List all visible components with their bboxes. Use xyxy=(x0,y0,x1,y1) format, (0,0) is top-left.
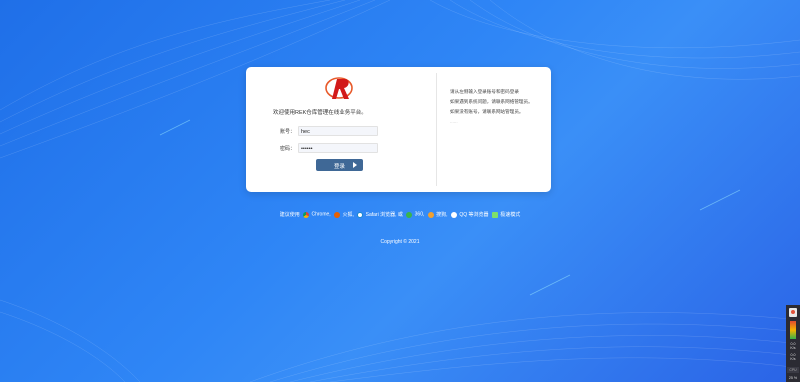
360-icon xyxy=(406,211,413,218)
help-line: 请从左侧输入登录账号和密码登录 xyxy=(450,89,519,94)
password-input[interactable]: •••••• xyxy=(298,143,378,153)
arrow-right-icon xyxy=(353,162,357,168)
browser-safari: Safari 浏览器, xyxy=(365,212,397,218)
system-monitor-widget[interactable]: 0.0 K/s 0.0 K/s CPU 25 % xyxy=(786,305,800,382)
login-card: 欢迎使用REK仓库管理在线业务平台。 账号： hec 密码： •••••• 登录… xyxy=(246,67,551,192)
card-divider xyxy=(436,73,437,186)
safari-icon xyxy=(357,211,364,218)
browser-sogou: 搜狗, xyxy=(436,212,448,218)
help-line: ...... xyxy=(450,119,458,124)
browser-recommendation: 建议使用 Chrome, 火狐, Safari 浏览器, 或 360, 搜狗, … xyxy=(0,211,800,218)
security-shield-icon xyxy=(789,308,797,317)
username-input[interactable]: hec xyxy=(298,126,378,136)
help-line: 如果遇到系统问题，请联系网络管理员。 xyxy=(450,99,533,104)
help-line: 如果没有账号，请联系网站管理员。 xyxy=(450,109,524,114)
firefox-icon xyxy=(334,211,341,218)
browser-prefix: 建议使用 xyxy=(279,212,300,218)
browser-firefox: 火狐, xyxy=(342,212,354,218)
download-unit: K/s xyxy=(790,357,796,361)
upload-unit: K/s xyxy=(790,346,796,350)
welcome-text: 欢迎使用REK仓库管理在线业务平台。 xyxy=(273,110,367,116)
level-meter-icon xyxy=(790,321,796,339)
browser-or: 或 xyxy=(397,212,403,218)
login-button[interactable]: 登录 xyxy=(316,159,363,171)
browser-chrome: Chrome, xyxy=(311,211,331,218)
chrome-icon xyxy=(303,211,310,218)
cpu-label: CPU xyxy=(787,367,799,373)
password-label: 密码： xyxy=(280,146,296,152)
lightning-icon xyxy=(491,211,498,218)
copyright: Copyright © 2021 xyxy=(380,239,420,245)
browser-360: 360, xyxy=(414,211,425,218)
rek-logo xyxy=(325,77,353,99)
help-text: 请从左侧输入登录账号和密码登录 如果遇到系统问题，请联系网络管理员。 如果没有账… xyxy=(450,87,533,127)
browser-speed-mode: 极速模式 xyxy=(500,212,521,218)
qq-browser-icon xyxy=(450,211,457,218)
sogou-icon xyxy=(427,211,434,218)
cpu-percent: 25 % xyxy=(788,376,798,380)
username-label: 账号： xyxy=(280,129,296,135)
browser-qq: QQ 等浏览器 xyxy=(459,212,489,218)
